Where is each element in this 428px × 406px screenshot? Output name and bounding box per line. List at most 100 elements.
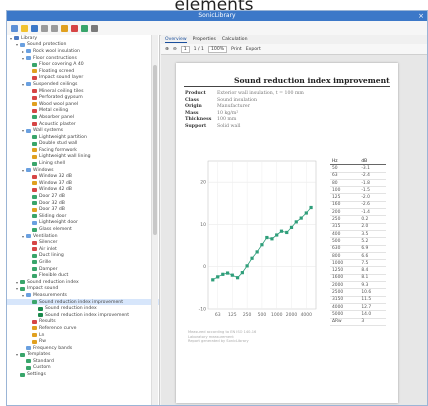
tree-scrollbar[interactable]	[151, 35, 158, 405]
tree-item[interactable]: ▾ Suspended ceilings	[7, 81, 159, 88]
tree-item[interactable]: Floor covering A 40	[7, 61, 159, 68]
x-tick-label: 63	[215, 312, 221, 318]
y-tick-label: 20	[200, 180, 206, 186]
paste-icon[interactable]	[61, 24, 68, 32]
tree-item[interactable]: Duct lining	[7, 253, 159, 260]
page-number-input[interactable]: 1	[180, 45, 190, 53]
tree-item[interactable]: Standard	[7, 358, 159, 365]
tree-item[interactable]: Damper	[7, 266, 159, 273]
tab-calculation[interactable]: Calculation	[222, 37, 248, 42]
tree-item[interactable]: ▾ Wall systems	[7, 127, 159, 134]
zoom-in-icon[interactable]: ⊕	[165, 47, 169, 52]
tree-item[interactable]: Window 37 dB	[7, 180, 159, 187]
item-icon	[32, 207, 37, 212]
tree-item-label: Double stud wall	[39, 141, 78, 147]
scrollbar-thumb[interactable]	[153, 65, 157, 235]
table-row: 1250 8.4	[330, 266, 386, 275]
tree-item[interactable]: Door 27 dB	[7, 193, 159, 200]
item-icon	[32, 95, 37, 100]
tree-item[interactable]: Lightweight partition	[7, 134, 159, 141]
x-tick-label: 1000	[271, 312, 283, 318]
save-icon[interactable]	[31, 24, 38, 32]
tree-item[interactable]: Double stud wall	[7, 141, 159, 148]
tree-item[interactable]: Grille	[7, 259, 159, 266]
tree-item[interactable]: ▾ Floor constructions	[7, 55, 159, 62]
table-cell: 11.5	[359, 296, 386, 304]
tree-item-label: Windows	[33, 167, 54, 173]
table-row: 1000 7.5	[330, 259, 386, 268]
tree-item[interactable]: Flexible duct	[7, 272, 159, 279]
tab-properties[interactable]: Properties	[193, 37, 216, 42]
tree-item[interactable]: Window 42 dB	[7, 187, 159, 194]
tree-item[interactable]: Door 32 dB	[7, 200, 159, 207]
tree-item[interactable]: Wood wool panel	[7, 101, 159, 108]
tree-item[interactable]: Air inlet	[7, 246, 159, 253]
tree-item[interactable]: Custom	[7, 365, 159, 372]
tree-item[interactable]: Lightweight wall lining	[7, 154, 159, 161]
tree-item[interactable]: ▾ Templates	[7, 352, 159, 359]
zoom-out-icon[interactable]: ⊖	[173, 47, 177, 52]
tree-item[interactable]: Glass element	[7, 226, 159, 233]
tree-item[interactable]: Perforated gypsum	[7, 94, 159, 101]
tree-item[interactable]: Absorber panel	[7, 114, 159, 121]
tree-item-label: Measurements	[33, 292, 67, 298]
tree-item-label: Impact sound	[27, 286, 59, 292]
tree-item[interactable]: Reference curve	[7, 325, 159, 332]
tree-item[interactable]: Settings	[7, 371, 159, 378]
add-icon[interactable]	[81, 24, 88, 32]
tree-item-label: Lightweight partition	[39, 134, 87, 140]
item-icon	[32, 115, 37, 120]
close-icon[interactable]: ×	[418, 11, 424, 21]
copy-icon[interactable]	[51, 24, 58, 32]
library-tree: ▾ Library ▾ Sound protection ▸ Rock wool insu…	[7, 35, 160, 405]
tree-item[interactable]: ▾ Measurements	[7, 292, 159, 299]
delete-icon[interactable]	[71, 24, 78, 32]
tree-item[interactable]: Rw	[7, 338, 159, 345]
tree-item[interactable]: Lining shell	[7, 160, 159, 167]
tree-item[interactable]: Results	[7, 319, 159, 326]
export-button[interactable]: Export	[246, 47, 261, 52]
data-point	[275, 233, 279, 237]
tree-item[interactable]: Impact sound layer	[7, 75, 159, 82]
tree-item-label: Window 37 dB	[39, 180, 72, 186]
data-point	[221, 272, 225, 276]
tree-item[interactable]: Floating screed	[7, 68, 159, 75]
tree-item[interactable]: ▾ Impact sound	[7, 286, 159, 293]
tree-item[interactable]: Door 37 dB	[7, 206, 159, 213]
tree-item[interactable]: Acoustic plaster	[7, 121, 159, 128]
tree-item[interactable]: Silencer	[7, 239, 159, 246]
cut-icon[interactable]	[41, 24, 48, 32]
tree-item[interactable]: Mineral ceiling tiles	[7, 88, 159, 95]
tree-item-label: Door 32 dB	[39, 200, 65, 206]
tree-item[interactable]: Window 32 dB	[7, 173, 159, 180]
item-icon	[32, 300, 37, 305]
tree-item-label: Acoustic plaster	[39, 121, 76, 127]
tree-item-label: Frequency bands	[33, 345, 73, 351]
tree-item[interactable]: ▾ Sound reduction index	[7, 279, 159, 286]
open-folder-icon[interactable]	[21, 24, 28, 32]
tree-item[interactable]: Sliding door	[7, 213, 159, 220]
table-cell: 2500	[330, 288, 360, 297]
data-point	[294, 220, 298, 224]
tree-item[interactable]: Sound reduction index improvement	[7, 298, 159, 306]
tree-item[interactable]: Metal ceiling	[7, 108, 159, 115]
item-icon	[32, 339, 37, 344]
tree-item[interactable]: ▾ Sound protection	[7, 42, 159, 49]
tree-item[interactable]: Sound reduction index	[7, 305, 159, 312]
tree-item[interactable]: ▾ Library	[7, 35, 159, 42]
tree-item-label: Air inlet	[39, 246, 57, 252]
settings-icon[interactable]	[91, 24, 98, 32]
tree-item[interactable]: ▾ Ventilation	[7, 233, 159, 240]
tab-overview[interactable]: Overview	[165, 37, 187, 43]
tree-item[interactable]: Ln	[7, 332, 159, 339]
new-icon[interactable]	[11, 24, 18, 32]
tree-item[interactable]: ▸ Rock wool insulation	[7, 48, 159, 55]
print-button[interactable]: Print	[231, 47, 242, 52]
tree-item[interactable]: ▾ Windows	[7, 167, 159, 174]
tree-item[interactable]: Frequency bands	[7, 345, 159, 352]
zoom-select[interactable]: 100%	[207, 45, 228, 53]
tree-item[interactable]: Sound reduction index improvement	[7, 312, 159, 319]
tree-item[interactable]: Facing formwork	[7, 147, 159, 154]
tree-item[interactable]: Lightweight door	[7, 220, 159, 227]
item-icon	[20, 280, 25, 285]
